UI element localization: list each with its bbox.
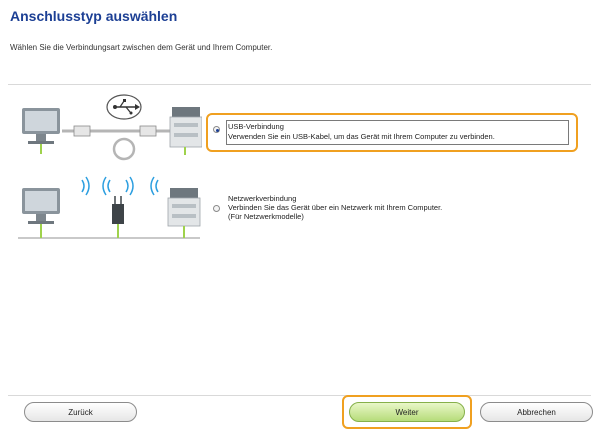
back-button[interactable]: Zurück: [24, 402, 137, 422]
usb-option-description: Verwenden Sie ein USB-Kabel, um das Gerä…: [228, 132, 495, 141]
network-option-description: Verbinden Sie das Gerät über ein Netzwer…: [228, 203, 443, 212]
next-button[interactable]: Weiter: [349, 402, 465, 422]
cancel-button[interactable]: Abbrechen: [480, 402, 593, 422]
printer-icon: [167, 188, 201, 238]
computer-icon: [22, 188, 60, 238]
usb-connection-illustration: [22, 94, 202, 161]
top-divider: [8, 84, 591, 85]
router-icon: [112, 196, 124, 238]
printer-icon: [169, 107, 202, 155]
network-option-title: Netzwerkverbindung: [228, 194, 297, 203]
usb-option[interactable]: USB-Verbindung Verwenden Sie ein USB-Kab…: [210, 117, 574, 148]
network-option-note: (Für Netzwerkmodelle): [228, 212, 304, 221]
computer-icon: [22, 108, 60, 154]
wifi-icon: [81, 176, 90, 196]
usb-option-title: USB-Verbindung: [228, 122, 284, 131]
network-option-radio[interactable]: [213, 205, 220, 212]
network-connection-illustration: [18, 176, 201, 239]
network-option[interactable]: Netzwerkverbindung Verbinden Sie das Ger…: [210, 192, 540, 228]
usb-option-radio[interactable]: [213, 126, 220, 133]
wifi-icon: [150, 176, 159, 196]
bottom-divider: [8, 395, 591, 396]
page-title: Anschlusstyp auswählen: [10, 8, 178, 24]
usb-icon: [106, 94, 142, 120]
page-subtitle: Wählen Sie die Verbindungsart zwischen d…: [10, 43, 273, 52]
wifi-icon: [102, 176, 134, 196]
